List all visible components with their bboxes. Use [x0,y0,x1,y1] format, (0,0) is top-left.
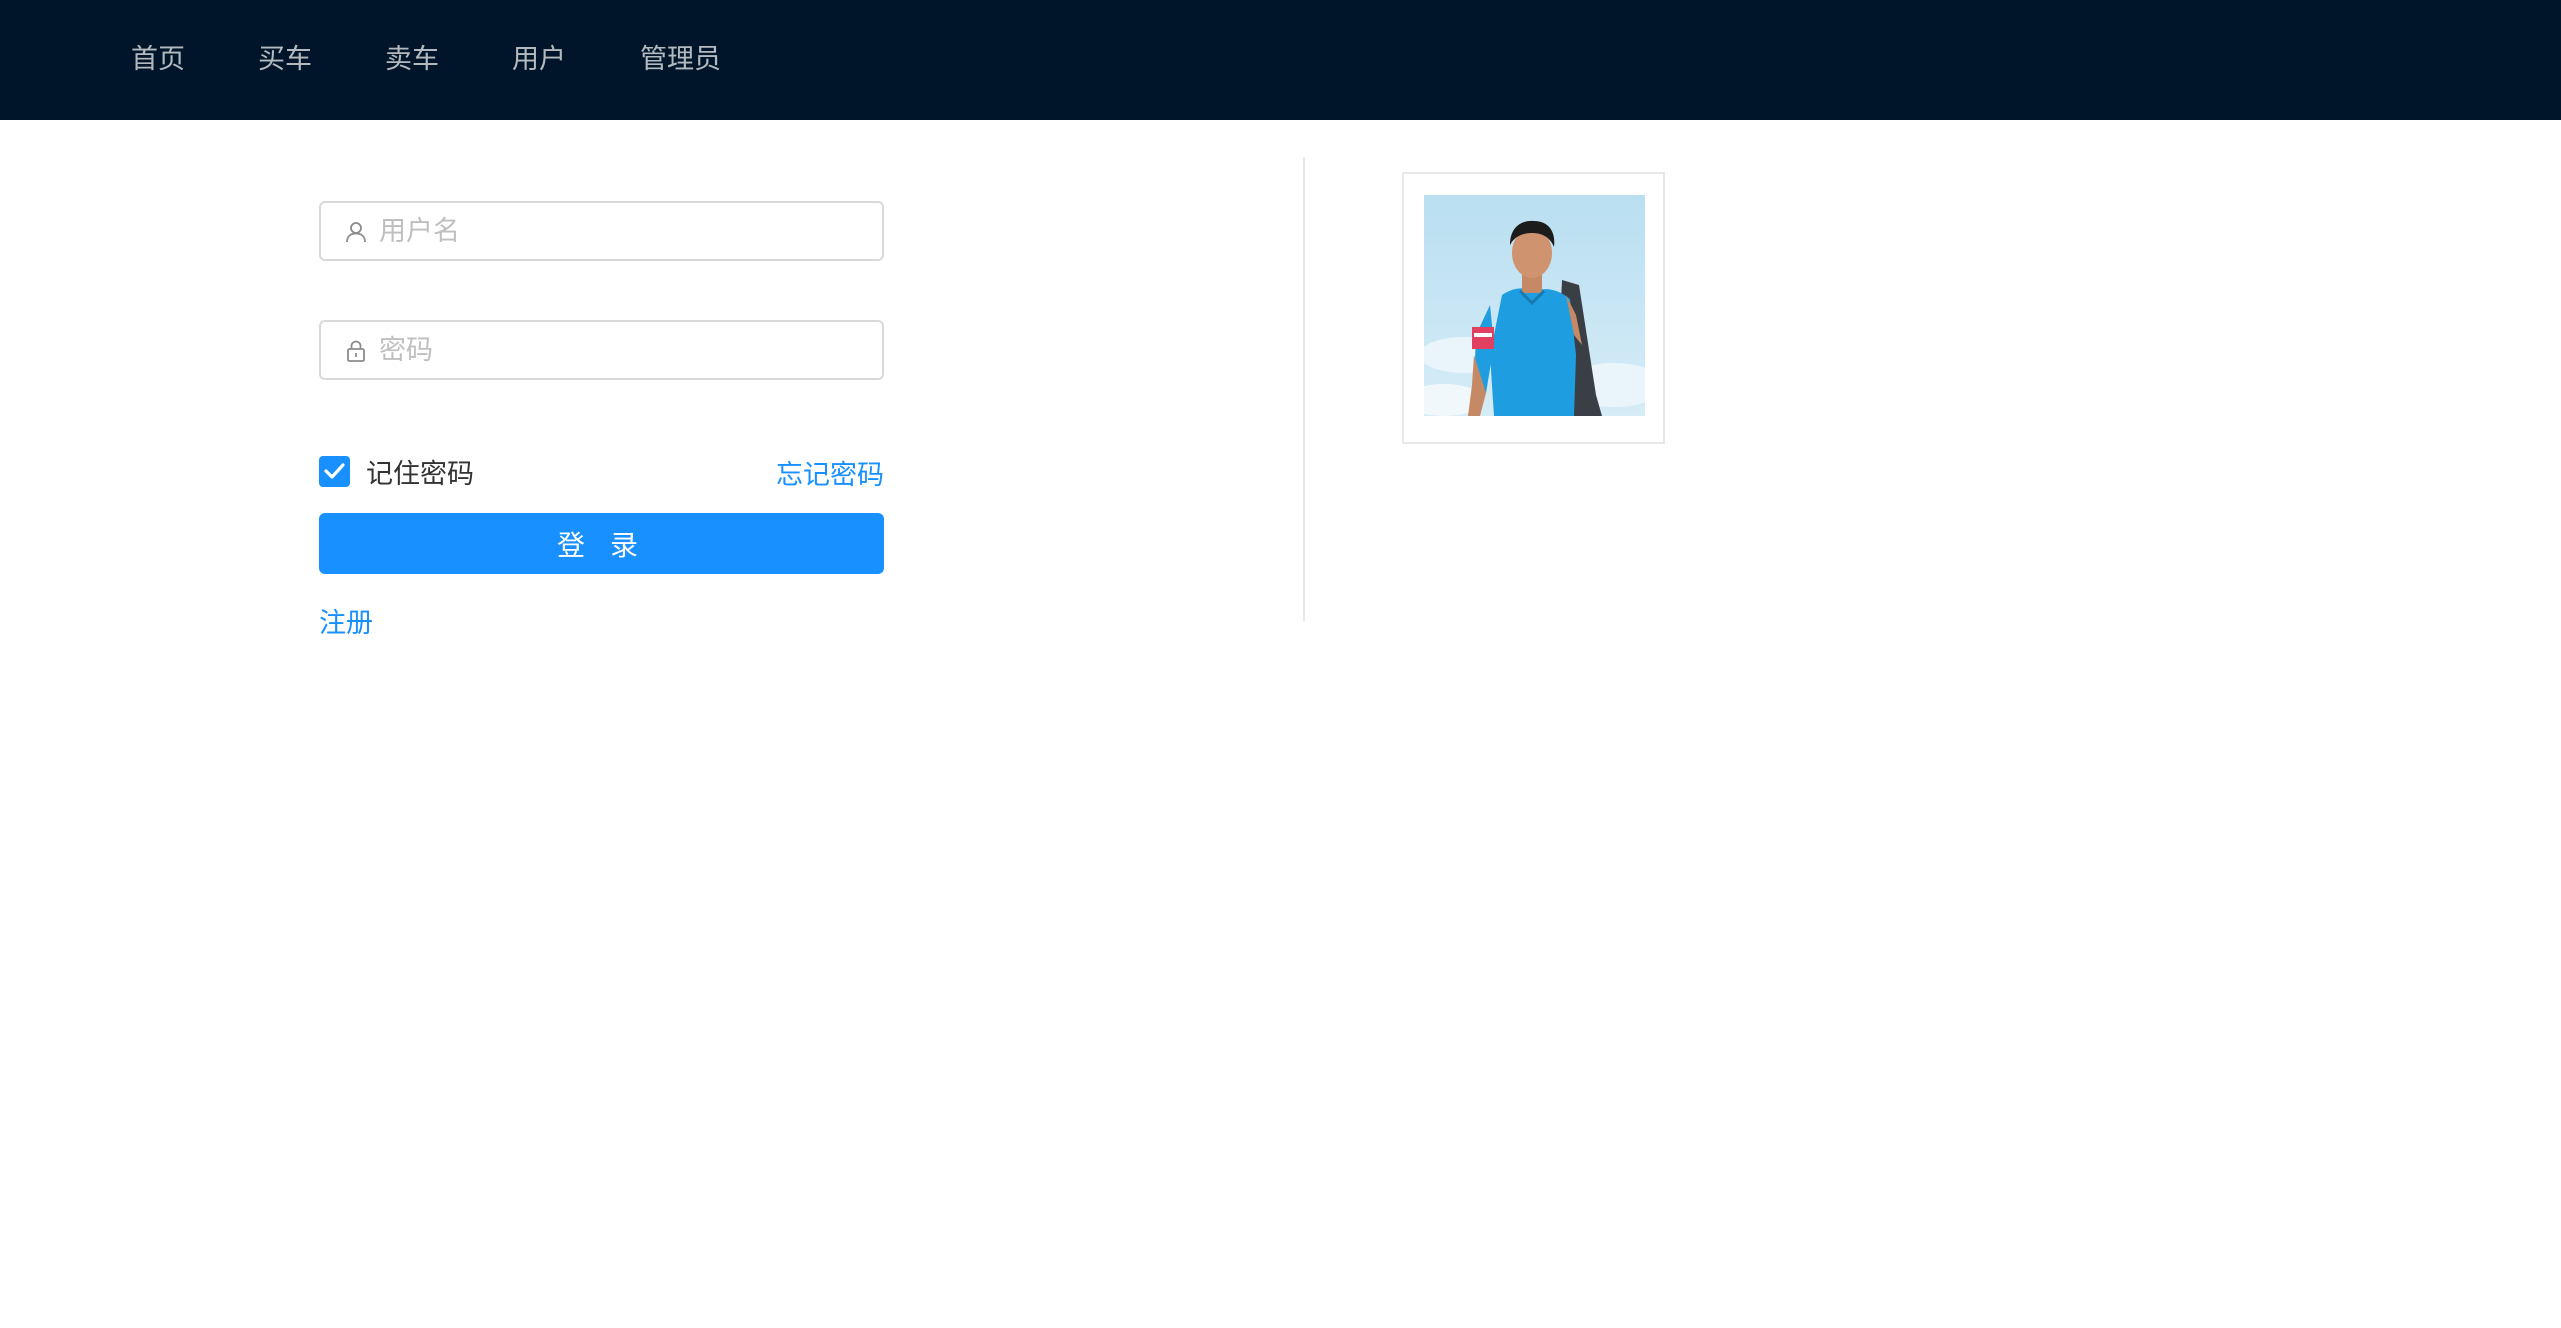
password-input[interactable] [377,322,867,378]
forgot-password-link[interactable]: 忘记密码 [776,453,884,492]
lock-icon [345,340,367,362]
checkbox-checked[interactable] [319,455,350,487]
user-icon [345,221,367,243]
register-link[interactable]: 注册 [319,601,373,640]
username-input[interactable] [377,203,867,259]
login-button[interactable]: 登 录 [319,513,884,574]
check-icon [324,462,345,479]
nav-item-sell-car[interactable]: 卖车 [385,0,439,120]
top-navbar: 首页 买车 卖车 用户 管理员 [0,0,2561,120]
password-field[interactable] [319,320,884,380]
nav-item-buy-car[interactable]: 买车 [258,0,312,120]
nav-item-home[interactable]: 首页 [131,0,185,120]
avatar-card [1402,172,1665,444]
avatar-photo [1424,195,1645,416]
nav-item-user[interactable]: 用户 [512,0,566,120]
remember-password-checkbox[interactable]: 记住密码 [319,454,474,490]
vertical-divider [1303,157,1305,621]
nav-item-admin[interactable]: 管理员 [640,0,721,120]
remember-password-label: 记住密码 [366,458,474,490]
username-field[interactable] [319,201,884,261]
